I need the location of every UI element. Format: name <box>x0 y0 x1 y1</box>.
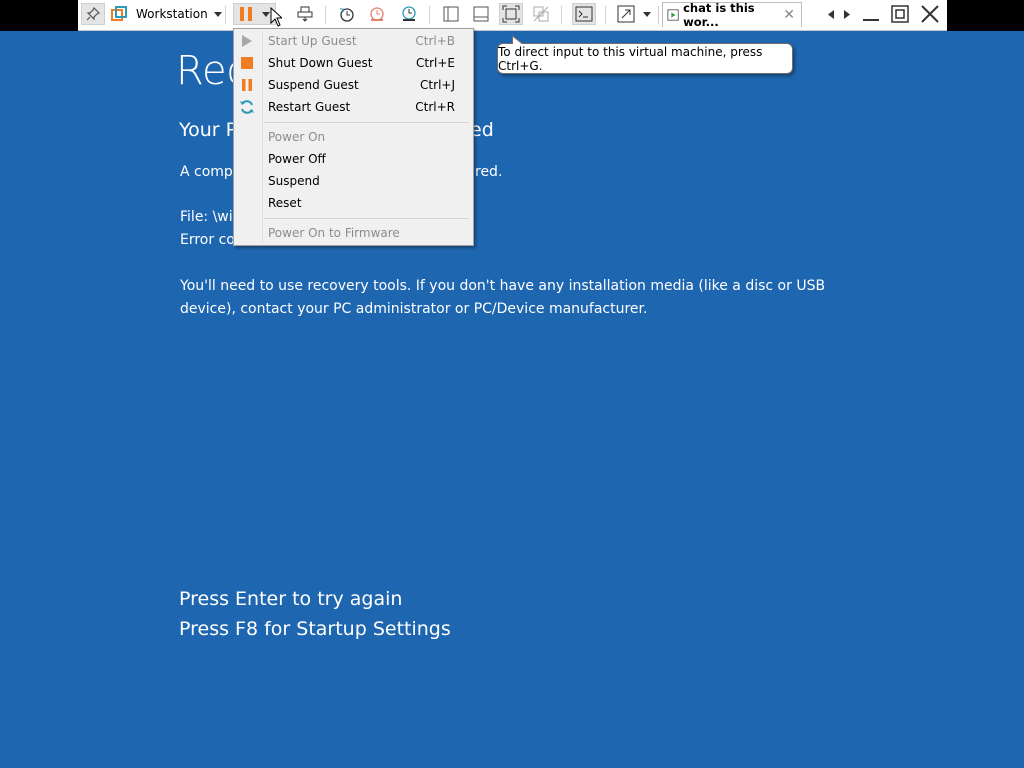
guest-subtitle-start: Your P <box>179 119 238 141</box>
menu-item-label: Power On to Firmware <box>268 226 400 240</box>
menu-item-shortcut: Ctrl+E <box>416 56 455 70</box>
stretch-icon <box>617 5 635 23</box>
revert-snapshot-button[interactable] <box>366 3 388 25</box>
keyboard-send-icon <box>297 6 313 22</box>
guest-press-f8: Press F8 for Startup Settings <box>179 618 451 640</box>
menu-separator <box>264 218 469 219</box>
snapshot-manager-icon <box>402 6 416 21</box>
guest-file-line: File: \wir <box>180 209 239 225</box>
vm-running-icon <box>667 9 679 21</box>
menu-item-suspend[interactable]: Suspend <box>234 170 473 192</box>
menu-item-reset[interactable]: Reset <box>234 192 473 214</box>
unity-button[interactable] <box>530 3 552 25</box>
menu-item-power-on[interactable]: Power On <box>234 126 473 148</box>
pause-icon <box>242 79 252 91</box>
menu-item-label: Power On <box>268 130 326 144</box>
vm-tab[interactable]: chat is this wor... ✕ <box>662 1 802 29</box>
snapshot-manager-button[interactable] <box>398 3 420 25</box>
send-ctrl-alt-del-button[interactable] <box>294 3 316 25</box>
vm-tab-title: chat is this wor... <box>683 1 755 29</box>
letterbox-left <box>0 0 78 31</box>
menu-item-start-up-guest[interactable]: Start Up Guest Ctrl+B <box>234 30 473 52</box>
take-snapshot-button[interactable] <box>336 3 358 25</box>
pin-icon <box>86 7 100 21</box>
menu-item-restart-guest[interactable]: Restart Guest Ctrl+R <box>234 96 473 118</box>
play-icon <box>242 35 252 47</box>
letterbox-right <box>947 0 1024 31</box>
thumbnail-bar-icon <box>473 6 489 22</box>
stretch-guest-button[interactable] <box>615 3 637 25</box>
full-screen-icon <box>502 5 520 23</box>
revert-snapshot-icon <box>370 7 384 21</box>
menu-item-shortcut: Ctrl+B <box>415 34 455 48</box>
vmware-logo-icon <box>109 3 129 25</box>
minimize-icon <box>863 19 879 21</box>
chevron-right-icon <box>844 9 850 19</box>
workstation-label: Workstation <box>136 7 208 21</box>
menu-item-label: Power Off <box>268 152 326 166</box>
unity-icon <box>533 6 549 22</box>
menu-item-label: Restart Guest <box>268 100 351 114</box>
library-pane-icon <box>443 6 459 22</box>
restore-icon <box>891 5 909 23</box>
show-library-button[interactable] <box>440 3 462 25</box>
close-icon <box>921 5 939 23</box>
show-thumbnail-bar-button[interactable] <box>470 3 492 25</box>
vm-toolbar: Workstation chat is this wor... ✕ <box>78 0 947 31</box>
workstation-menu[interactable]: Workstation <box>136 3 222 25</box>
menu-item-power-off[interactable]: Power Off <box>234 148 473 170</box>
guest-recovery-line-1: You'll need to use recovery tools. If yo… <box>180 278 826 294</box>
mouse-cursor-icon <box>269 6 283 28</box>
guest-press-enter: Press Enter to try again <box>179 588 403 610</box>
chevron-left-icon <box>828 9 834 19</box>
menu-item-label: Shut Down Guest <box>268 56 373 70</box>
menu-item-label: Suspend <box>268 174 320 188</box>
guest-component-text-end: red. <box>475 164 503 180</box>
restart-icon <box>240 100 254 114</box>
menu-item-shortcut: Ctrl+J <box>420 78 455 92</box>
pause-icon <box>240 7 252 21</box>
snapshot-clock-icon <box>340 8 354 22</box>
menu-separator <box>264 122 469 123</box>
close-window-button[interactable] <box>918 3 942 25</box>
menu-item-suspend-guest[interactable]: Suspend Guest Ctrl+J <box>234 74 473 96</box>
guest-recovery-line-2: device), contact your PC administrator o… <box>180 301 648 317</box>
chevron-down-icon <box>643 11 651 17</box>
menu-item-shut-down-guest[interactable]: Shut Down Guest Ctrl+E <box>234 52 473 74</box>
console-icon <box>575 6 593 22</box>
tooltip-text: To direct input to this virtual machine,… <box>498 44 763 73</box>
menu-item-power-on-to-firmware[interactable]: Power On to Firmware <box>234 222 473 244</box>
power-menu: Start Up Guest Ctrl+B Shut Down Guest Ct… <box>233 28 474 246</box>
console-view-button[interactable] <box>572 3 596 25</box>
menu-item-label: Suspend Guest <box>268 78 359 92</box>
restore-button[interactable] <box>889 3 911 25</box>
minimize-button[interactable] <box>860 3 882 25</box>
menu-item-label: Reset <box>268 196 302 210</box>
stop-icon <box>241 57 253 69</box>
menu-item-shortcut: Ctrl+R <box>415 100 455 114</box>
tab-close-icon[interactable]: ✕ <box>783 7 795 23</box>
pin-toolbar-button[interactable] <box>81 3 105 25</box>
tab-scroll-left-button[interactable] <box>824 3 838 25</box>
input-grab-tooltip: To direct input to this virtual machine,… <box>497 35 793 74</box>
stretch-options-button[interactable] <box>641 3 653 25</box>
full-screen-button[interactable] <box>499 3 523 25</box>
menu-item-label: Start Up Guest <box>268 34 357 48</box>
chevron-down-icon <box>213 11 222 17</box>
tab-scroll-right-button[interactable] <box>840 3 854 25</box>
